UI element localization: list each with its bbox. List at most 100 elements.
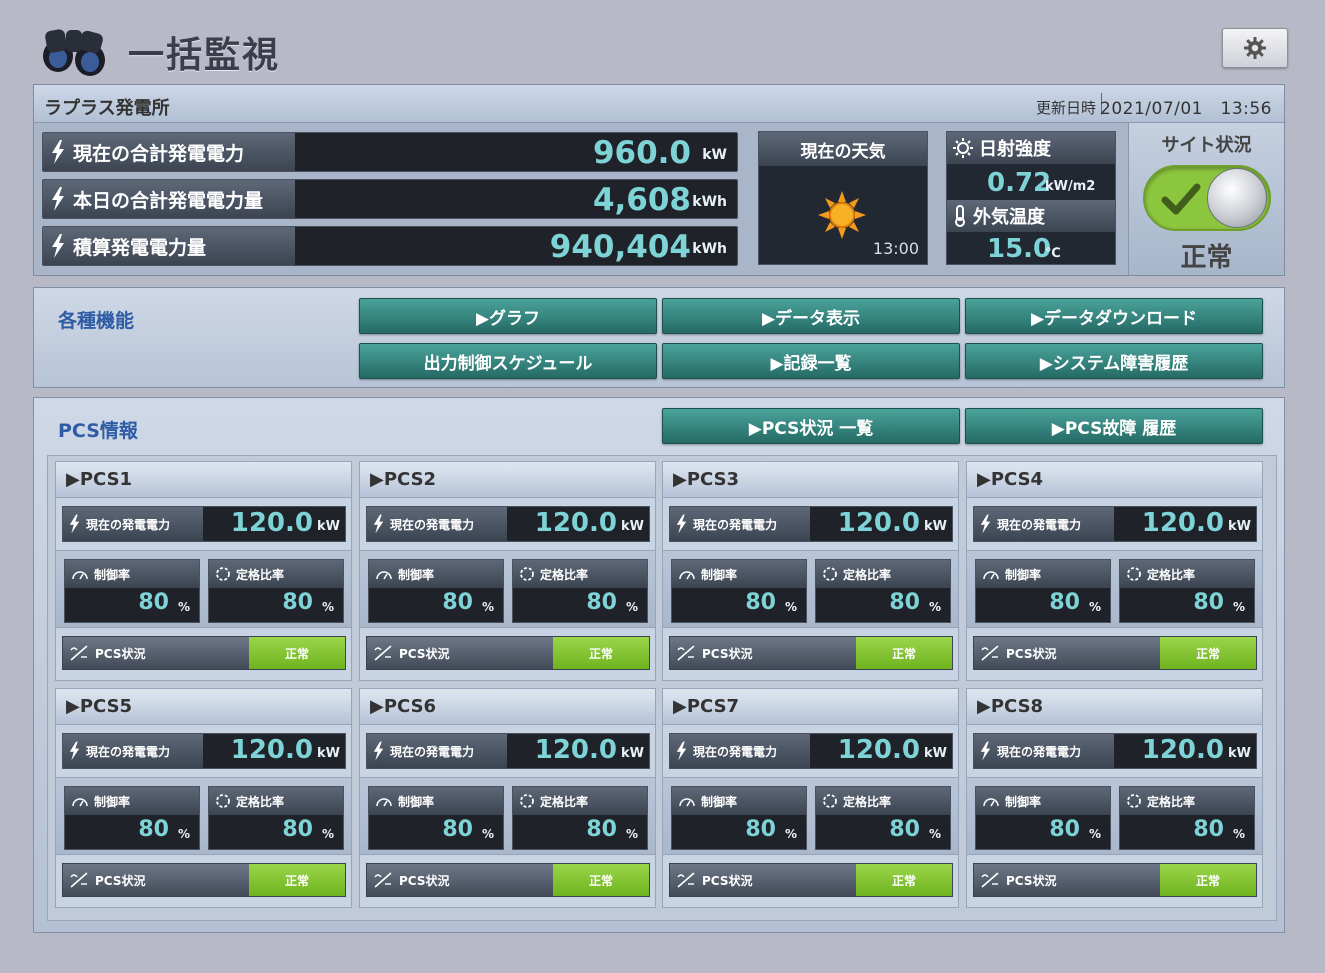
- metric-unit: kWh: [692, 241, 727, 257]
- metric-value: 960.0: [592, 135, 691, 171]
- pcs-card-7[interactable]: ▶PCS7 現在の発電電力 120.0 kW 制御率 80 % 定格比率 80 …: [662, 688, 959, 908]
- lightning-icon: [52, 140, 64, 164]
- pcs-control-rate: 制御率 80 %: [975, 786, 1111, 850]
- temperature-value: 15.0: [987, 234, 1052, 264]
- pcs-name[interactable]: ▶PCS8: [967, 689, 1262, 725]
- pcs-name[interactable]: ▶PCS5: [56, 689, 351, 725]
- pcs-card-3[interactable]: ▶PCS3 現在の発電電力 120.0 kW 制御率 80 % 定格比率 80 …: [662, 461, 959, 681]
- pcs-state-label: PCS状況: [676, 637, 752, 669]
- pcs-name[interactable]: ▶PCS1: [56, 462, 351, 498]
- pcs-name[interactable]: ▶PCS7: [663, 689, 958, 725]
- pcs-power-value: 120.0: [1141, 508, 1224, 538]
- pcs-power-unit: kW: [1228, 746, 1251, 761]
- pcs-power-label: 現在の発電電力: [974, 734, 1114, 768]
- temperature-unit: ℃: [1045, 246, 1061, 261]
- pcs-power-unit: kW: [621, 519, 644, 534]
- pcs-power: 現在の発電電力 120.0 kW: [62, 733, 346, 769]
- pcs-control-label-text: 制御率: [701, 567, 738, 582]
- gauge-icon: [983, 571, 999, 580]
- pcs-control-unit: %: [1088, 827, 1101, 841]
- functions-panel: 各種機能 ▶グラフ ▶データ表示 ▶データダウンロード 出力制御スケジュール ▶…: [33, 287, 1285, 388]
- pcs-ratio-value: 80: [889, 590, 920, 615]
- sun-icon: [818, 191, 866, 239]
- pcs-ratio-value: 80: [586, 817, 617, 842]
- pcs-card-4[interactable]: ▶PCS4 現在の発電電力 120.0 kW 制御率 80 % 定格比率 80 …: [966, 461, 1263, 681]
- pcs-power-unit: kW: [621, 746, 644, 761]
- pcs-state-badge: 正常: [856, 637, 952, 669]
- pcs-power-label: 現在の発電電力: [670, 734, 810, 768]
- pcs-fault-history-button[interactable]: ▶PCS故障 履歴: [965, 408, 1263, 444]
- irradiance-value: 0.72: [987, 168, 1052, 198]
- pcs-power-label-text: 現在の発電電力: [86, 517, 171, 532]
- pcs-name[interactable]: ▶PCS6: [360, 689, 655, 725]
- pcs-power-value: 120.0: [230, 735, 313, 765]
- lightning-icon: [52, 187, 64, 211]
- pcs-power-label-text: 現在の発電電力: [390, 744, 475, 759]
- pcs-card-2[interactable]: ▶PCS2 現在の発電電力 120.0 kW 制御率 80 % 定格比率 80 …: [359, 461, 656, 681]
- pcs-ratio-label-text: 定格比率: [540, 794, 589, 809]
- pcs-state-label-text: PCS状況: [95, 646, 146, 661]
- pcs-rates: 制御率 80 % 定格比率 80 %: [663, 550, 958, 628]
- pcs-control-label: 制御率: [369, 560, 503, 588]
- pcs-status-list-button[interactable]: ▶PCS状況 一覧: [662, 408, 960, 444]
- pcs-state-label-text: PCS状況: [1006, 646, 1057, 661]
- pcs-name[interactable]: ▶PCS4: [967, 462, 1262, 498]
- lightning-icon: [52, 234, 64, 258]
- pcs-rates: 制御率 80 % 定格比率 80 %: [967, 777, 1262, 855]
- gauge-icon: [376, 571, 392, 580]
- gauge-icon: [983, 798, 999, 807]
- irradiance-label: 日射強度: [947, 132, 1115, 164]
- pcs-card-6[interactable]: ▶PCS6 現在の発電電力 120.0 kW 制御率 80 % 定格比率 80 …: [359, 688, 656, 908]
- pcs-control-unit: %: [784, 827, 797, 841]
- weather-time: 13:00: [872, 239, 919, 258]
- site-status: サイト状況 正常: [1128, 123, 1284, 275]
- pcs-rated-ratio: 定格比率 80 %: [1119, 559, 1255, 623]
- pcs-card-5[interactable]: ▶PCS5 現在の発電電力 120.0 kW 制御率 80 % 定格比率 80 …: [55, 688, 352, 908]
- pcs-inverter-icon: [374, 872, 392, 888]
- pcs-name[interactable]: ▶PCS3: [663, 462, 958, 498]
- pcs-card-1[interactable]: ▶PCS1 現在の発電電力 120.0 kW 制御率 80 % 定格比率 80 …: [55, 461, 352, 681]
- temperature-label-text: 外気温度: [973, 207, 1045, 228]
- pcs-panel: PCS情報 ▶PCS状況 一覧 ▶PCS故障 履歴 ▶PCS1 現在の発電電力 …: [33, 397, 1285, 933]
- gauge-icon: [376, 798, 392, 807]
- pcs-rates: 制御率 80 % 定格比率 80 %: [56, 777, 351, 855]
- pcs-state-badge: 正常: [1160, 864, 1256, 896]
- pcs-control-value: 80: [442, 817, 473, 842]
- pcs-ratio-label: 定格比率: [513, 560, 647, 588]
- pcs-state-badge: 正常: [553, 637, 649, 669]
- pcs-name[interactable]: ▶PCS2: [360, 462, 655, 498]
- pcs-ratio-label-text: 定格比率: [1147, 567, 1196, 582]
- pcs-state-label-text: PCS状況: [399, 873, 450, 888]
- data-display-button[interactable]: ▶データ表示: [662, 298, 960, 334]
- pcs-rated-ratio: 定格比率 80 %: [208, 786, 344, 850]
- pcs-rates: 制御率 80 % 定格比率 80 %: [360, 777, 655, 855]
- pcs-state-label-text: PCS状況: [702, 873, 753, 888]
- pcs-ratio-unit: %: [625, 600, 638, 614]
- pcs-power-label-text: 現在の発電電力: [997, 744, 1082, 759]
- pcs-ratio-unit: %: [321, 600, 334, 614]
- system-fault-history-button[interactable]: ▶システム障害履歴: [965, 343, 1263, 379]
- pcs-power-unit: kW: [924, 746, 947, 761]
- page-title: 一括監視: [128, 35, 281, 76]
- pcs-power-value: 120.0: [837, 508, 920, 538]
- metric-label-text: 本日の合計発電電力量: [73, 189, 264, 212]
- pcs-rates: 制御率 80 % 定格比率 80 %: [663, 777, 958, 855]
- settings-button[interactable]: [1222, 28, 1288, 68]
- record-list-button[interactable]: ▶記録一覧: [662, 343, 960, 379]
- pcs-state-label: PCS状況: [373, 864, 449, 896]
- site-status-toggle[interactable]: [1143, 165, 1271, 231]
- graph-button[interactable]: ▶グラフ: [359, 298, 657, 334]
- pcs-state-badge: 正常: [856, 864, 952, 896]
- pcs-power-label-text: 現在の発電電力: [693, 517, 778, 532]
- pcs-control-unit: %: [481, 827, 494, 841]
- gauge-icon: [679, 798, 695, 807]
- pcs-power-value: 120.0: [230, 508, 313, 538]
- pcs-card-8[interactable]: ▶PCS8 現在の発電電力 120.0 kW 制御率 80 % 定格比率 80 …: [966, 688, 1263, 908]
- pcs-ratio-label: 定格比率: [513, 787, 647, 815]
- pcs-power-unit: kW: [1228, 519, 1251, 534]
- pcs-rated-ratio: 定格比率 80 %: [512, 786, 648, 850]
- data-download-button[interactable]: ▶データダウンロード: [965, 298, 1263, 334]
- output-control-schedule-button[interactable]: 出力制御スケジュール: [359, 343, 657, 379]
- lightning-icon: [69, 741, 80, 761]
- pcs-control-label-text: 制御率: [398, 567, 435, 582]
